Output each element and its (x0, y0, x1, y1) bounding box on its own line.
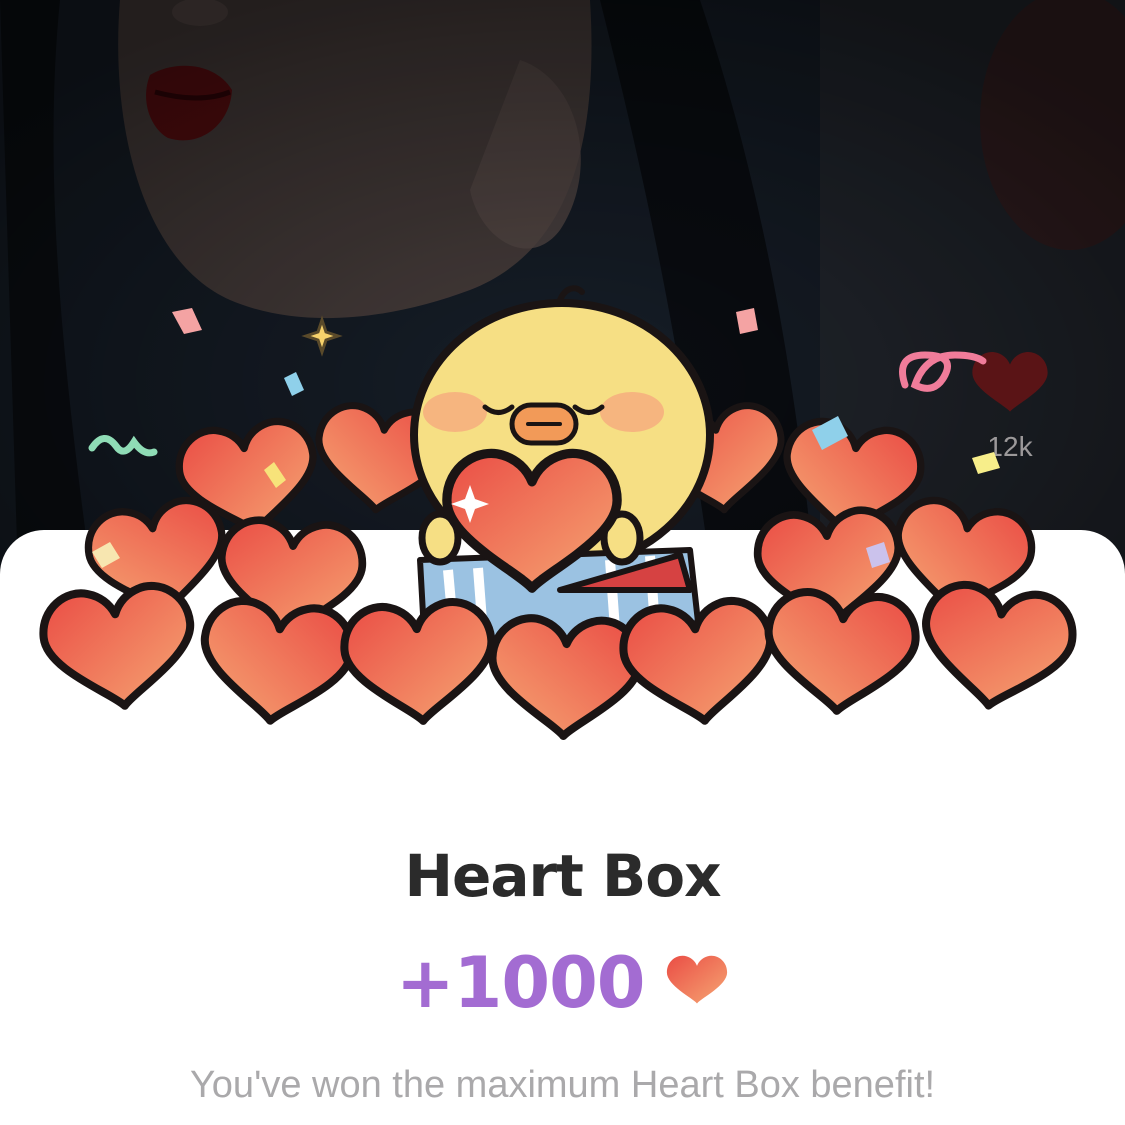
popup-title: Heart Box (404, 842, 721, 910)
reward-message: You've won the maximum Heart Box benefit… (189, 1064, 936, 1106)
reward-amount: +1000 (396, 942, 645, 1024)
reward-row: +1000 (0, 942, 1125, 1024)
heart-box-illustration (0, 285, 1125, 800)
heart-icon (666, 955, 728, 1004)
screen: 12k Heart Box +1000 You've won the maxim… (0, 0, 1125, 1125)
